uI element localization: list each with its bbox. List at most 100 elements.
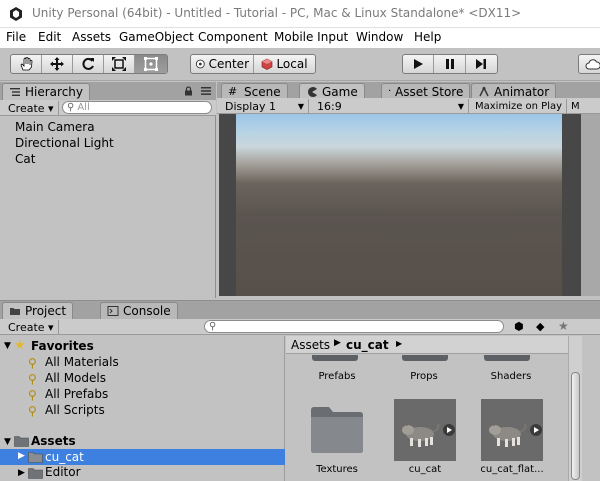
- panel-menu-icon[interactable]: [200, 86, 212, 96]
- cat-model-icon: [489, 421, 542, 447]
- hierarchy-list-icon: [10, 88, 20, 96]
- folder-icon: [402, 355, 448, 361]
- selected-folder-row[interactable]: ▶ cu_cat: [0, 449, 285, 465]
- rotate-tool-button[interactable]: [73, 55, 104, 73]
- collapse-arrow-icon[interactable]: ▶: [18, 468, 25, 478]
- asset-browser-scrollbar[interactable]: [568, 336, 582, 481]
- menu-mobile-input[interactable]: Mobile Input: [274, 30, 348, 44]
- move-arrows-icon: [50, 57, 64, 71]
- space-mode-button[interactable]: Local: [254, 55, 315, 73]
- menu-gameobject[interactable]: GameObject: [119, 30, 194, 44]
- assets-root-label[interactable]: Assets: [31, 434, 76, 448]
- asset-prefabs-label[interactable]: Prefabs: [301, 371, 373, 382]
- pivot-center-icon: [195, 59, 205, 69]
- breadcrumb-separator-icon: ▶: [396, 339, 403, 348]
- favorite-all-materials[interactable]: All Materials: [45, 355, 119, 369]
- unity-logo-icon: [10, 7, 22, 21]
- play-icon: [414, 59, 424, 69]
- menu-help[interactable]: Help: [414, 30, 441, 44]
- filter-by-type-icon[interactable]: ⬢: [514, 320, 524, 333]
- project-panel: Project Console Create ▾ ⚲ ⬢ ◆ ★ ▼ ★ Fav…: [0, 300, 600, 481]
- menu-file[interactable]: File: [6, 30, 26, 44]
- console-icon: [107, 306, 119, 316]
- favorite-all-scripts[interactable]: All Scripts: [45, 403, 105, 417]
- favorites-label[interactable]: Favorites: [31, 339, 94, 353]
- breadcrumb-assets[interactable]: Assets: [291, 338, 330, 352]
- search-icon: ⚲: [209, 321, 217, 332]
- scrollbar-thumb[interactable]: [571, 372, 580, 480]
- move-tool-button[interactable]: [42, 55, 73, 73]
- hierarchy-search-placeholder: All: [77, 102, 90, 113]
- project-create-dropdown[interactable]: Create ▾: [4, 320, 59, 334]
- hierarchy-search-input[interactable]: ⚲ All: [62, 101, 212, 114]
- asset-shaders-label[interactable]: Shaders: [475, 371, 547, 382]
- rect-tool-button[interactable]: [135, 55, 167, 73]
- dropdown-arrow-icon: ▼: [297, 101, 304, 111]
- rect-transform-icon: [144, 57, 158, 71]
- mute-audio-toggle[interactable]: M: [567, 99, 587, 113]
- aspect-dropdown[interactable]: 16:9 ▼: [313, 99, 469, 113]
- tab-hierarchy[interactable]: Hierarchy: [2, 83, 91, 100]
- rotate-icon: [82, 57, 94, 70]
- breadcrumb-cu-cat[interactable]: cu_cat: [346, 338, 389, 352]
- search-icon: ⚲: [67, 102, 75, 113]
- tab-console[interactable]: Console: [100, 302, 178, 319]
- project-folder-icon: [10, 308, 20, 315]
- cloud-icon: [585, 59, 600, 70]
- scale-tool-button[interactable]: [104, 55, 135, 73]
- asset-cu-cat-label[interactable]: cu_cat: [389, 464, 461, 475]
- expand-arrow-icon[interactable]: ▼: [4, 341, 11, 351]
- tab-project[interactable]: Project: [2, 302, 74, 319]
- textures-folder-icon[interactable]: [309, 404, 365, 454]
- playback-controls: [402, 54, 498, 74]
- pivot-mode-button[interactable]: Center: [191, 55, 254, 73]
- game-viewport[interactable]: [236, 114, 562, 296]
- asset-textures-label[interactable]: Textures: [301, 464, 373, 475]
- expand-arrow-icon[interactable]: ▼: [4, 437, 11, 447]
- folder-icon: [28, 468, 43, 479]
- hand-tool-button[interactable]: [11, 55, 42, 73]
- collapse-arrow-icon[interactable]: ▶: [18, 451, 25, 461]
- tab-asset-store-label: Asset Store: [395, 85, 464, 99]
- favorite-all-prefabs[interactable]: All Prefabs: [45, 387, 108, 401]
- hierarchy-item-main-camera[interactable]: Main Camera: [15, 120, 95, 134]
- cu-cat-flat-model-thumbnail[interactable]: [481, 399, 543, 461]
- hierarchy-item-directional-light[interactable]: Directional Light: [15, 136, 114, 150]
- space-mode-label: Local: [276, 57, 308, 71]
- folder-icon: [28, 452, 43, 463]
- game-scrollbar[interactable]: [581, 114, 600, 296]
- tab-scene-label: Scene: [244, 85, 281, 99]
- folder-cu-cat-label: cu_cat: [45, 450, 84, 464]
- pivot-mode-label: Center: [208, 57, 249, 71]
- step-forward-icon: [476, 59, 487, 69]
- favorite-star-icon[interactable]: ★: [558, 319, 569, 333]
- cloud-button[interactable]: [578, 54, 600, 74]
- folder-icon: [312, 355, 358, 361]
- filter-by-label-icon[interactable]: ◆: [536, 320, 544, 333]
- folder-editor-label[interactable]: Editor: [45, 465, 81, 479]
- hierarchy-tabstrip: Hierarchy: [0, 82, 216, 100]
- project-search-input[interactable]: ⚲: [204, 320, 504, 333]
- menu-window[interactable]: Window: [356, 30, 403, 44]
- search-icon: ⚲: [28, 388, 37, 402]
- menu-assets[interactable]: Assets: [72, 30, 111, 44]
- pause-button[interactable]: [434, 55, 466, 73]
- hierarchy-create-dropdown[interactable]: Create ▾: [4, 101, 59, 115]
- menu-component[interactable]: Component: [198, 30, 268, 44]
- hierarchy-item-cat[interactable]: Cat: [15, 152, 35, 166]
- search-icon: ⚲: [28, 404, 37, 418]
- maximize-on-play-toggle[interactable]: Maximize on Play: [471, 99, 567, 113]
- game-panel: # Scene Game · Asset Store Animator Disp…: [217, 82, 600, 298]
- menu-edit[interactable]: Edit: [38, 30, 61, 44]
- cu-cat-model-thumbnail[interactable]: [394, 399, 456, 461]
- scene-grid-icon: #: [228, 85, 238, 98]
- favorite-all-models[interactable]: All Models: [45, 371, 106, 385]
- asset-props-label[interactable]: Props: [388, 371, 460, 382]
- play-button[interactable]: [403, 55, 435, 73]
- display-dropdown[interactable]: Display 1 ▼: [221, 99, 309, 113]
- transform-tools: [10, 54, 168, 74]
- lock-icon[interactable]: [184, 86, 193, 96]
- main-toolbar: Center Local: [0, 48, 600, 81]
- asset-cu-cat-flat-label[interactable]: cu_cat_flat...: [476, 464, 548, 475]
- step-button[interactable]: [466, 55, 497, 73]
